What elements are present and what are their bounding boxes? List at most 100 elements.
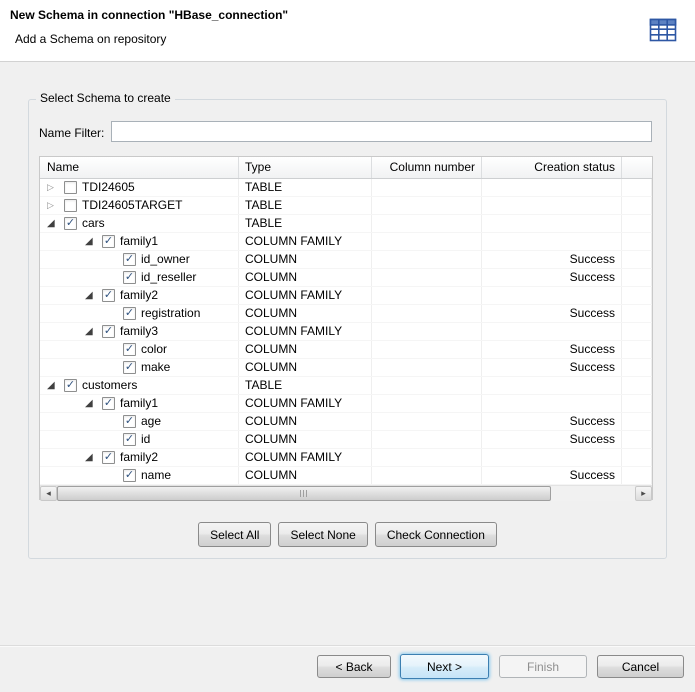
horizontal-scrollbar[interactable] <box>40 485 652 501</box>
table-row[interactable]: ▷ TDI24605TARGET TABLE <box>40 197 652 215</box>
expand-arrow-icon[interactable]: ▷ <box>47 197 64 214</box>
row-checkbox[interactable] <box>64 217 77 230</box>
table-row[interactable]: color COLUMN Success <box>40 341 652 359</box>
row-column-number <box>372 287 482 304</box>
row-type: COLUMN FAMILY <box>239 395 372 412</box>
row-name-cell: ◢ family2 <box>40 287 239 304</box>
row-extra-cell <box>622 395 652 412</box>
row-name-cell: color <box>40 341 239 358</box>
table-row[interactable]: name COLUMN Success <box>40 467 652 485</box>
expand-arrow-icon[interactable]: ◢ <box>85 395 102 412</box>
table-row[interactable]: id COLUMN Success <box>40 431 652 449</box>
row-checkbox[interactable] <box>102 289 115 302</box>
row-checkbox[interactable] <box>64 199 77 212</box>
row-name-label: id_reseller <box>141 269 196 286</box>
row-checkbox[interactable] <box>102 235 115 248</box>
row-name-cell: id_reseller <box>40 269 239 286</box>
row-extra-cell <box>622 413 652 430</box>
table-row[interactable]: ◢ family3 COLUMN FAMILY <box>40 323 652 341</box>
row-checkbox[interactable] <box>123 343 136 356</box>
table-row[interactable]: id_owner COLUMN Success <box>40 251 652 269</box>
row-checkbox[interactable] <box>123 253 136 266</box>
row-type: COLUMN <box>239 269 372 286</box>
cancel-button[interactable]: Cancel <box>597 655 684 678</box>
row-checkbox[interactable] <box>123 307 136 320</box>
expand-arrow-icon[interactable]: ◢ <box>85 233 102 250</box>
expand-arrow-icon[interactable]: ▷ <box>47 179 64 196</box>
column-header-extra <box>622 157 652 178</box>
expand-arrow-icon[interactable]: ◢ <box>85 449 102 466</box>
check-connection-button[interactable]: Check Connection <box>375 522 497 547</box>
expand-arrow-icon[interactable]: ◢ <box>85 287 102 304</box>
scrollbar-track[interactable] <box>57 486 635 501</box>
footer-separator <box>0 645 695 647</box>
row-checkbox[interactable] <box>123 469 136 482</box>
table-row[interactable]: ◢ family2 COLUMN FAMILY <box>40 287 652 305</box>
row-column-number <box>372 269 482 286</box>
table-row[interactable]: ◢ family1 COLUMN FAMILY <box>40 233 652 251</box>
row-name-cell: ◢ family1 <box>40 233 239 250</box>
row-name-label: registration <box>141 305 200 322</box>
row-checkbox[interactable] <box>102 397 115 410</box>
row-creation-status <box>482 179 622 196</box>
table-row[interactable]: id_reseller COLUMN Success <box>40 269 652 287</box>
row-name-label: TDI24605TARGET <box>82 197 182 214</box>
row-name-cell: ◢ cars <box>40 215 239 232</box>
row-type: COLUMN <box>239 305 372 322</box>
column-header-type[interactable]: Type <box>239 157 372 178</box>
row-checkbox[interactable] <box>123 361 136 374</box>
row-extra-cell <box>622 323 652 340</box>
table-row[interactable]: make COLUMN Success <box>40 359 652 377</box>
column-header-name[interactable]: Name <box>40 157 239 178</box>
row-extra-cell <box>622 197 652 214</box>
row-name-label: make <box>141 359 170 376</box>
column-header-creation-status[interactable]: Creation status <box>482 157 622 178</box>
scrollbar-thumb[interactable] <box>57 486 551 501</box>
table-body: ▷ TDI24605 TABLE ▷ TDI24605TARGET TABLE … <box>40 179 652 485</box>
table-header-row: Name Type Column number Creation status <box>40 157 652 179</box>
row-checkbox[interactable] <box>123 433 136 446</box>
row-extra-cell <box>622 431 652 448</box>
row-type: TABLE <box>239 179 372 196</box>
row-column-number <box>372 197 482 214</box>
row-type: COLUMN FAMILY <box>239 449 372 466</box>
row-name-label: family2 <box>120 287 158 304</box>
row-creation-status <box>482 377 622 394</box>
scroll-left-button[interactable] <box>40 486 57 501</box>
next-button[interactable]: Next > <box>400 654 489 679</box>
finish-button[interactable]: Finish <box>499 655 587 678</box>
name-filter-input[interactable] <box>111 121 652 142</box>
table-row[interactable]: registration COLUMN Success <box>40 305 652 323</box>
table-row[interactable]: ◢ family1 COLUMN FAMILY <box>40 395 652 413</box>
row-creation-status: Success <box>482 305 622 322</box>
table-row[interactable]: ◢ family2 COLUMN FAMILY <box>40 449 652 467</box>
row-checkbox[interactable] <box>123 271 136 284</box>
table-row[interactable]: ◢ customers TABLE <box>40 377 652 395</box>
column-header-column-number[interactable]: Column number <box>372 157 482 178</box>
expand-arrow-icon[interactable]: ◢ <box>85 323 102 340</box>
table-row[interactable]: ◢ cars TABLE <box>40 215 652 233</box>
row-creation-status <box>482 197 622 214</box>
row-checkbox[interactable] <box>123 415 136 428</box>
row-checkbox[interactable] <box>102 451 115 464</box>
row-checkbox[interactable] <box>64 181 77 194</box>
row-type: COLUMN <box>239 359 372 376</box>
tree-action-buttons: Select All Select None Check Connection <box>29 522 666 547</box>
row-type: TABLE <box>239 377 372 394</box>
expand-arrow-icon[interactable]: ◢ <box>47 215 64 232</box>
table-row[interactable]: ▷ TDI24605 TABLE <box>40 179 652 197</box>
row-column-number <box>372 341 482 358</box>
row-checkbox[interactable] <box>64 379 77 392</box>
select-none-button[interactable]: Select None <box>278 522 367 547</box>
table-row[interactable]: age COLUMN Success <box>40 413 652 431</box>
row-checkbox[interactable] <box>102 325 115 338</box>
row-type: COLUMN <box>239 251 372 268</box>
scroll-right-button[interactable] <box>635 486 652 501</box>
row-extra-cell <box>622 179 652 196</box>
expand-arrow-icon[interactable]: ◢ <box>47 377 64 394</box>
row-column-number <box>372 359 482 376</box>
row-name-cell: ▷ TDI24605TARGET <box>40 197 239 214</box>
back-button[interactable]: < Back <box>317 655 391 678</box>
select-all-button[interactable]: Select All <box>198 522 271 547</box>
row-name-cell: ◢ family3 <box>40 323 239 340</box>
